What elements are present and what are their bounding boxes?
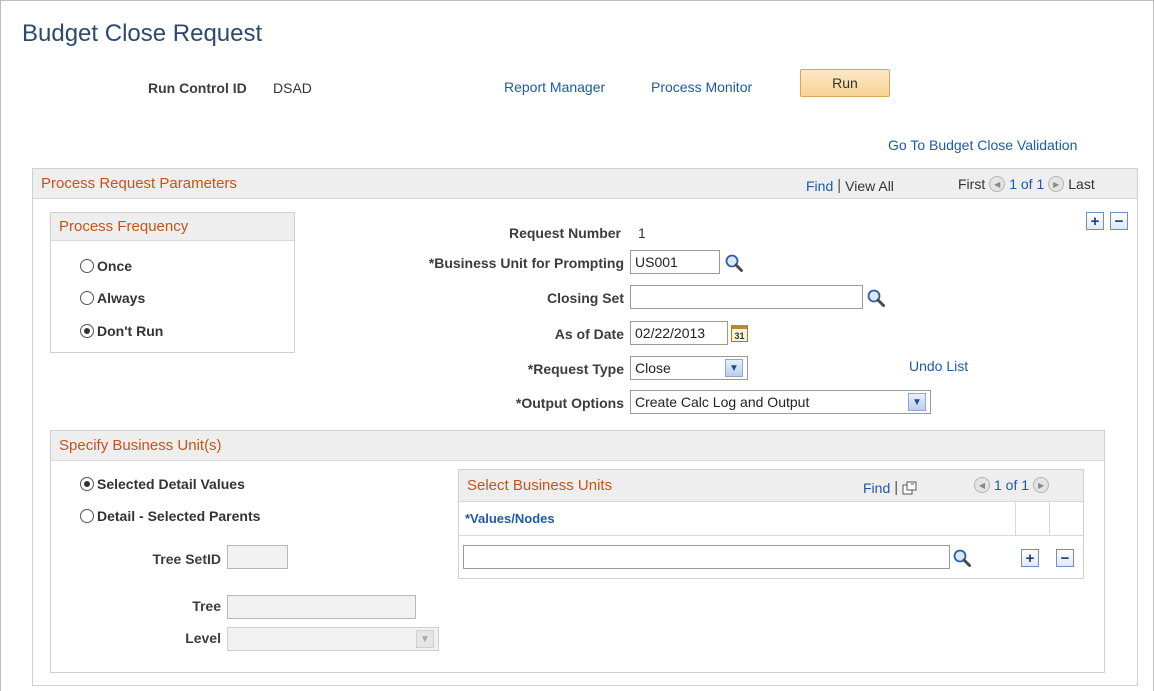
undo-list-link[interactable]: Undo List [909,358,968,374]
level-select[interactable]: ▼ [227,627,439,651]
request-number-value: 1 [638,225,646,241]
radio-label: Once [97,258,133,274]
frequency-always-radio[interactable]: Always [80,290,145,306]
column-divider [1049,502,1050,536]
radio-label: Detail - Selected Parents [97,508,261,524]
grid-find-link[interactable]: Find [863,480,890,496]
row-count: 1 of 1 [1009,176,1045,192]
grid-header: Select Business Units Find | ◀ 1 of 1 ▶ [459,470,1083,502]
next-arrow-icon[interactable]: ▶ [1048,176,1065,192]
row-navigator: First ◀ 1 of 1 ▶ Last [958,176,1095,192]
run-button[interactable]: Run [800,69,890,97]
new-window-icon[interactable] [902,481,918,495]
grid-add-row-button[interactable]: + [1021,549,1039,567]
radio-label: Don't Run [97,323,164,339]
radio-selected-icon [80,324,94,338]
output-options-value: Create Calc Log and Output [635,394,810,410]
lookup-magnifier-icon[interactable] [952,548,972,568]
output-options-select[interactable]: Create Calc Log and Output ▼ [630,390,931,414]
closing-set-label: Closing Set [546,290,624,306]
tree-input[interactable] [227,595,416,619]
grid-column-header-row: *Values/Nodes [459,502,1083,536]
first-label: First [958,176,986,192]
request-type-label: *Request Type [527,361,624,377]
panel-title: Process Request Parameters [41,175,237,192]
chevron-down-icon: ▼ [416,630,434,648]
separator: | [837,177,842,194]
specify-business-units-header: Specify Business Unit(s) [51,431,1104,461]
panel-nav: Find | View All [806,177,894,194]
run-control-value: DSAD [273,80,312,96]
radio-icon [80,291,94,305]
report-manager-link[interactable]: Report Manager [504,79,605,95]
lookup-magnifier-icon[interactable] [724,253,744,273]
calendar-icon[interactable]: 31 [731,325,748,342]
radio-label: Selected Detail Values [97,476,245,492]
column-values-nodes: *Values/Nodes [465,511,555,526]
values-nodes-input[interactable] [463,545,950,569]
last-label: Last [1068,176,1095,192]
tree-setid-label: Tree SetID [152,551,221,567]
radio-label: Always [97,290,146,306]
panel-header: Process Request Parameters Find | View A… [33,169,1137,199]
detail-selected-parents-radio[interactable]: Detail - Selected Parents [80,508,260,524]
find-link[interactable]: Find [806,178,833,194]
next-arrow-icon[interactable]: ▶ [1033,477,1050,493]
request-number-label: Request Number [508,225,621,241]
radio-icon [80,509,94,523]
run-control-label: Run Control ID [148,80,247,96]
lookup-magnifier-icon[interactable] [866,288,886,308]
radio-icon [80,259,94,273]
delete-row-button[interactable]: − [1110,212,1128,230]
closing-set-input[interactable] [630,285,863,309]
as-of-date-input[interactable]: 02/22/2013 [630,321,728,345]
process-frequency-header: Process Frequency [51,213,294,241]
grid-delete-row-button[interactable]: − [1056,549,1074,567]
page-title: Budget Close Request [22,20,263,47]
add-row-button[interactable]: + [1086,212,1104,230]
previous-arrow-icon[interactable]: ◀ [974,477,990,493]
request-type-select[interactable]: Close ▼ [630,356,748,380]
view-all-link[interactable]: View All [845,178,894,194]
business-unit-prompting-input[interactable]: US001 [630,250,720,274]
frequency-dont-run-radio[interactable]: Don't Run [80,323,163,339]
go-to-budget-close-validation-link[interactable]: Go To Budget Close Validation [888,137,1077,153]
radio-selected-icon [80,477,94,491]
separator: | [894,479,899,496]
chevron-down-icon: ▼ [908,393,926,411]
process-monitor-link[interactable]: Process Monitor [651,79,752,95]
previous-arrow-icon[interactable]: ◀ [989,176,1006,192]
tree-setid-input[interactable] [227,545,288,569]
frequency-once-radio[interactable]: Once [80,258,132,274]
selected-detail-values-radio[interactable]: Selected Detail Values [80,476,245,492]
business-unit-prompting-label: *Business Unit for Prompting [428,255,624,271]
tree-label: Tree [192,598,221,614]
grid-row-count: 1 of 1 [994,477,1030,493]
grid-tools: Find | [863,479,918,496]
grid-row-navigator: ◀ 1 of 1 ▶ [974,477,1050,493]
request-type-value: Close [635,360,671,376]
as-of-date-label: As of Date [554,326,624,342]
grid-title: Select Business Units [467,477,613,494]
output-options-label: *Output Options [515,395,624,411]
level-label: Level [185,630,221,646]
column-divider [1015,502,1016,536]
chevron-down-icon: ▼ [725,359,743,377]
